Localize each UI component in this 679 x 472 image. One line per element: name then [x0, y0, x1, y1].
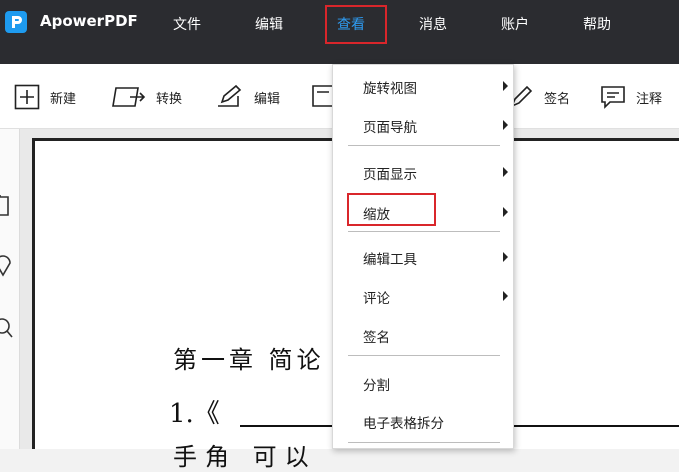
view-menu-item-label: 编辑工具: [363, 252, 417, 268]
menu-help[interactable]: 帮助: [583, 14, 611, 34]
pages-icon[interactable]: [0, 195, 14, 217]
edit-label: 编辑: [254, 91, 281, 107]
comment-bubble-icon: [601, 86, 625, 109]
zoom-highlight-box: [347, 193, 436, 226]
doc-line-3: 手角 可以: [173, 443, 317, 471]
submenu-arrow-icon: [503, 81, 508, 91]
view-menu-item-edit-tools[interactable]: 编辑工具: [333, 242, 515, 272]
view-menu-item-label: 旋转视图: [363, 81, 417, 97]
bookmark-icon[interactable]: [0, 255, 14, 277]
menu-separator: [348, 231, 500, 232]
view-menu-item-spreadsheet-split[interactable]: 电子表格拆分: [333, 406, 515, 436]
menu-separator: [348, 355, 500, 356]
comment-label: 注释: [636, 91, 663, 107]
menu-separator: [348, 442, 500, 443]
new-label: 新建: [50, 91, 77, 107]
view-menu-item-split[interactable]: 分割: [333, 368, 515, 398]
view-menu-item-label: 评论: [363, 291, 390, 307]
left-sidebar: [0, 129, 20, 449]
submenu-arrow-icon: [503, 207, 508, 217]
menu-messages[interactable]: 消息: [419, 14, 447, 34]
convert-label: 转换: [156, 91, 183, 107]
view-menu-item-page-navigation[interactable]: 页面导航: [333, 110, 515, 140]
sign-button[interactable]: 签名: [508, 84, 570, 110]
search-icon[interactable]: [0, 317, 14, 339]
convert-icon: [112, 87, 146, 107]
view-menu-item-label: 页面导航: [363, 120, 417, 136]
edit-button[interactable]: 编辑: [214, 84, 280, 110]
submenu-arrow-icon: [503, 167, 508, 177]
app-name: ApowerPDF: [40, 12, 138, 30]
apowerpdf-logo-icon: [5, 11, 27, 33]
doc-heading: 第一章 简论: [173, 346, 325, 374]
menu-edit[interactable]: 编辑: [255, 14, 283, 34]
view-menu-item-signature[interactable]: 签名: [333, 320, 515, 350]
submenu-arrow-icon: [503, 291, 508, 301]
view-menu-item-label: 页面显示: [363, 167, 417, 183]
sign-label: 签名: [544, 91, 571, 107]
convert-button[interactable]: 转换: [110, 84, 182, 110]
view-menu-item-label: 电子表格拆分: [363, 416, 444, 432]
submenu-arrow-icon: [503, 252, 508, 262]
new-plus-icon: [14, 84, 40, 110]
view-menu-dropdown: 旋转视图 页面导航 页面显示 缩放 编辑工具 评论 签名 分割 电子表格拆分: [332, 64, 514, 449]
doc-line-2: 1.《: [169, 399, 220, 429]
submenu-arrow-icon: [503, 120, 508, 130]
view-menu-item-label: 分割: [363, 378, 390, 394]
edit-pencil-icon: [218, 84, 242, 107]
title-bar: ApowerPDF 文件 编辑 查看 消息 账户 帮助: [0, 0, 679, 64]
menu-separator: [348, 145, 500, 146]
view-menu-item-label: 签名: [363, 330, 390, 346]
view-menu-item-rotate[interactable]: 旋转视图: [333, 71, 515, 101]
comment-button[interactable]: 注释: [600, 84, 662, 110]
menu-file[interactable]: 文件: [173, 14, 201, 34]
view-menu-item-page-display[interactable]: 页面显示: [333, 157, 515, 187]
menu-view-highlight-box: [325, 5, 387, 44]
view-menu-item-comments[interactable]: 评论: [333, 281, 515, 311]
menu-account[interactable]: 账户: [501, 14, 529, 34]
new-button[interactable]: 新建: [14, 84, 76, 110]
